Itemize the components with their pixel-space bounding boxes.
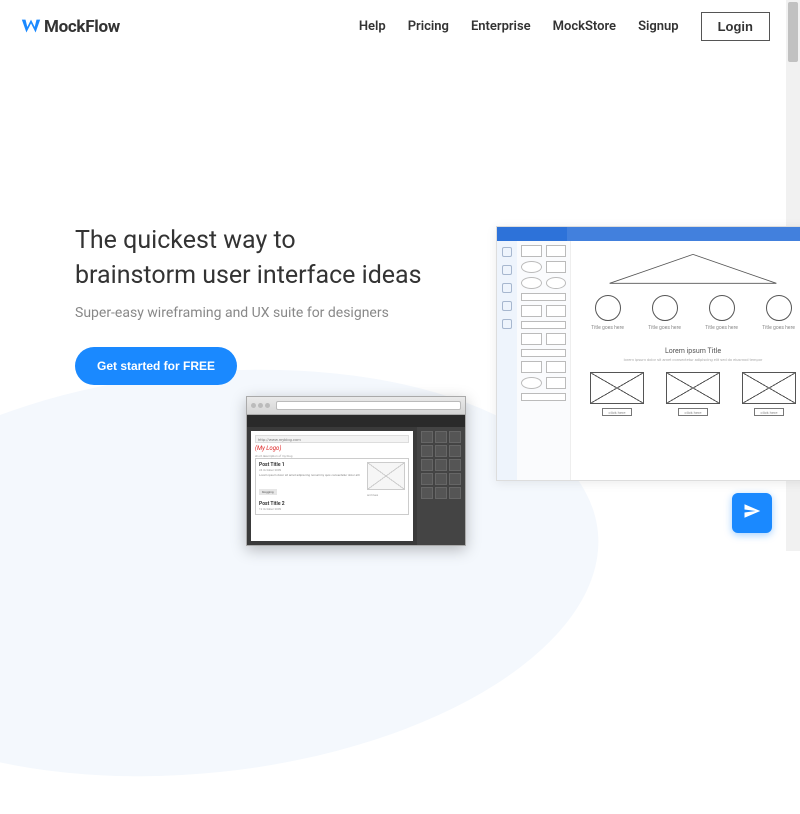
send-icon — [743, 502, 761, 524]
hero-subtitle: Super-easy wireframing and UX suite for … — [75, 305, 800, 321]
header: MockFlow Help Pricing Enterprise MockSto… — [0, 0, 800, 53]
nav-mockstore[interactable]: MockStore — [553, 19, 616, 34]
nav-signup[interactable]: Signup — [638, 19, 679, 34]
hero-section: The quickest way to brainstorm user inte… — [0, 53, 800, 385]
browser-mock: http://www.myblog.com (My Logo) short de… — [246, 396, 466, 546]
login-button[interactable]: Login — [701, 12, 770, 41]
nav-enterprise[interactable]: Enterprise — [471, 19, 531, 34]
hero-title-line2: brainstorm user interface ideas — [75, 261, 422, 290]
logo[interactable]: MockFlow — [20, 16, 120, 38]
logo-icon — [20, 16, 42, 38]
chat-fab[interactable] — [732, 493, 772, 533]
logo-text: MockFlow — [44, 17, 120, 37]
nav-help[interactable]: Help — [359, 19, 386, 34]
nav-pricing[interactable]: Pricing — [408, 19, 449, 34]
url-bar — [276, 401, 461, 410]
main-nav: Help Pricing Enterprise MockStore Signup… — [359, 12, 770, 41]
hero-title: The quickest way to brainstorm user inte… — [75, 223, 800, 293]
get-started-button[interactable]: Get started for FREE — [75, 347, 237, 385]
hero-title-line1: The quickest way to — [75, 226, 296, 255]
